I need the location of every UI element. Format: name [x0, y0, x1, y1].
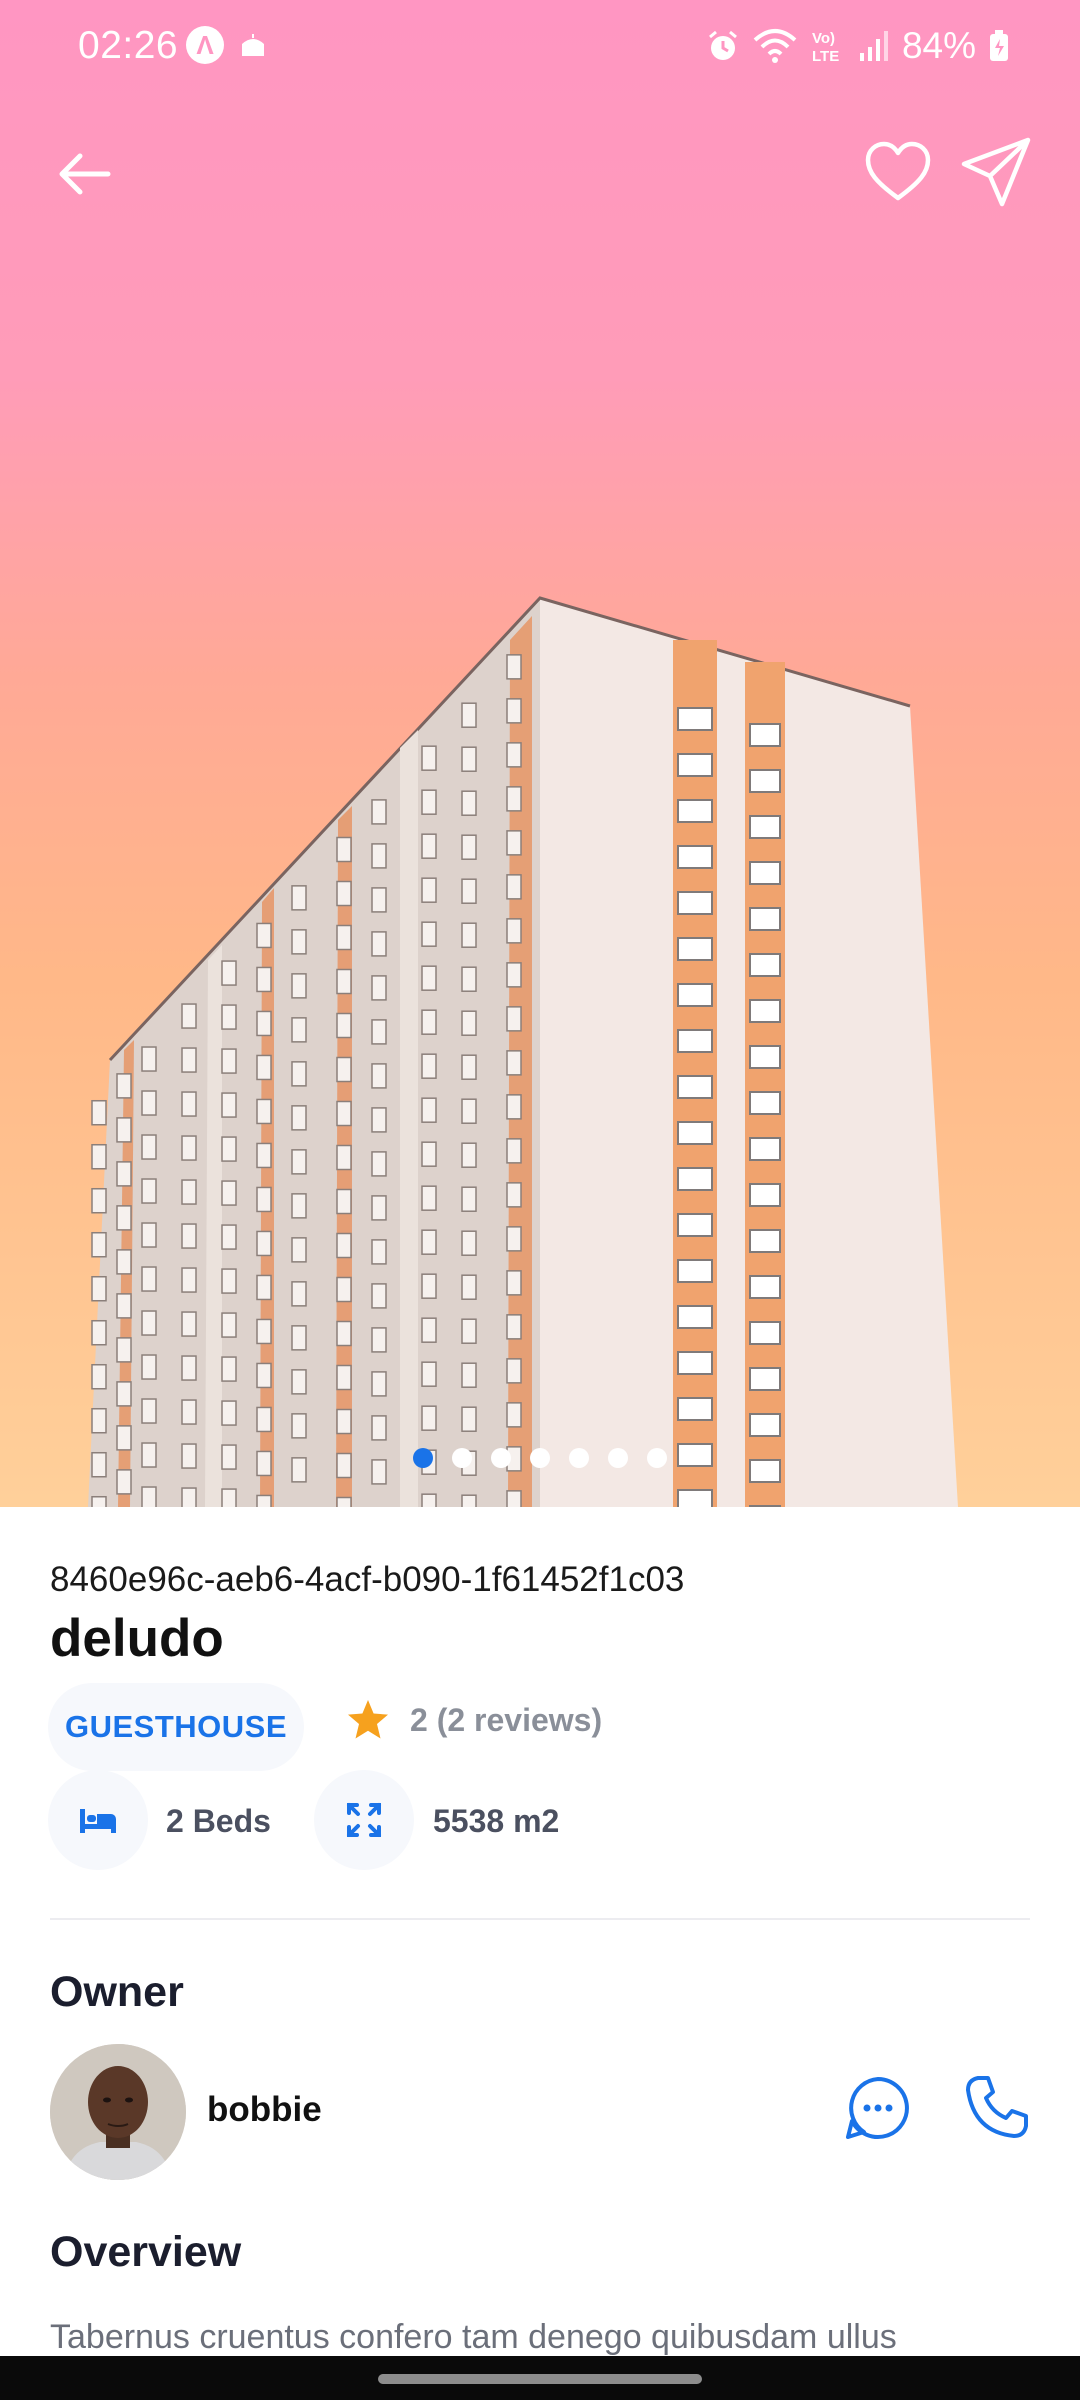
carousel-dot[interactable] — [452, 1448, 472, 1468]
beds-label: 2 Beds — [166, 1803, 271, 1839]
star-icon — [348, 1700, 388, 1739]
svg-text:LTE: LTE — [812, 48, 839, 65]
carousel-dot[interactable] — [413, 1448, 433, 1468]
send-share-icon[interactable] — [958, 134, 1034, 210]
owner-avatar[interactable] — [50, 2044, 186, 2180]
carousel-dot[interactable] — [569, 1448, 589, 1468]
mosque-notification-icon — [242, 34, 264, 56]
divider — [50, 1918, 1030, 1920]
alarm-icon — [708, 30, 737, 60]
signal-icon — [859, 31, 888, 61]
rating[interactable]: 2 (2 reviews) — [346, 1698, 602, 1742]
building-photo — [88, 596, 958, 1507]
overview-section-title: Overview — [50, 2228, 242, 2276]
battery-percent: 84% — [901, 25, 976, 66]
home-gesture-handle[interactable] — [378, 2374, 702, 2384]
carousel-dot[interactable] — [530, 1448, 550, 1468]
listing-id: 8460e96c-aeb6-4acf-b090-1f61452f1c03 — [50, 1560, 685, 1599]
beds-icon-container — [48, 1770, 148, 1870]
status-indicators: Vo) LTE 84% — [706, 22, 1010, 70]
heart-icon[interactable] — [862, 136, 934, 208]
wifi-icon — [753, 29, 797, 63]
property-type-badge: GUESTHOUSE — [48, 1683, 304, 1771]
carousel-indicator[interactable] — [0, 1448, 1080, 1468]
bed-icon — [80, 1809, 116, 1833]
back-arrow-icon[interactable] — [50, 140, 118, 208]
svg-text:Vo): Vo) — [812, 30, 835, 47]
system-navigation-bar — [0, 2356, 1080, 2400]
chat-icon[interactable] — [844, 2074, 912, 2142]
avatar-photo — [50, 2044, 186, 2180]
hero-image-carousel[interactable]: 02:26 Λ Vo) LTE 84% — [0, 0, 1080, 1507]
listing-title: deludo — [50, 1609, 224, 1668]
status-bar: 02:26 Λ Vo) LTE 84% — [0, 0, 1080, 92]
owner-section-title: Owner — [50, 1968, 184, 2016]
overview-text: Tabernus cruentus confero tam denego qui… — [50, 2318, 897, 2356]
carousel-dot[interactable] — [608, 1448, 628, 1468]
area-icon-container — [314, 1770, 414, 1870]
carousel-dot[interactable] — [647, 1448, 667, 1468]
volte-icon: Vo) LTE — [812, 30, 839, 65]
battery-charging-icon — [990, 30, 1008, 61]
owner-name: bobbie — [207, 2090, 322, 2129]
expand-area-icon — [347, 1803, 381, 1837]
phone-icon[interactable] — [964, 2074, 1030, 2140]
app-notification-icon: Λ — [186, 26, 224, 64]
status-time: 02:26 — [78, 24, 179, 67]
area-label: 5538 m2 — [433, 1803, 560, 1839]
carousel-dot[interactable] — [491, 1448, 511, 1468]
rating-text: 2 (2 reviews) — [410, 1701, 603, 1738]
